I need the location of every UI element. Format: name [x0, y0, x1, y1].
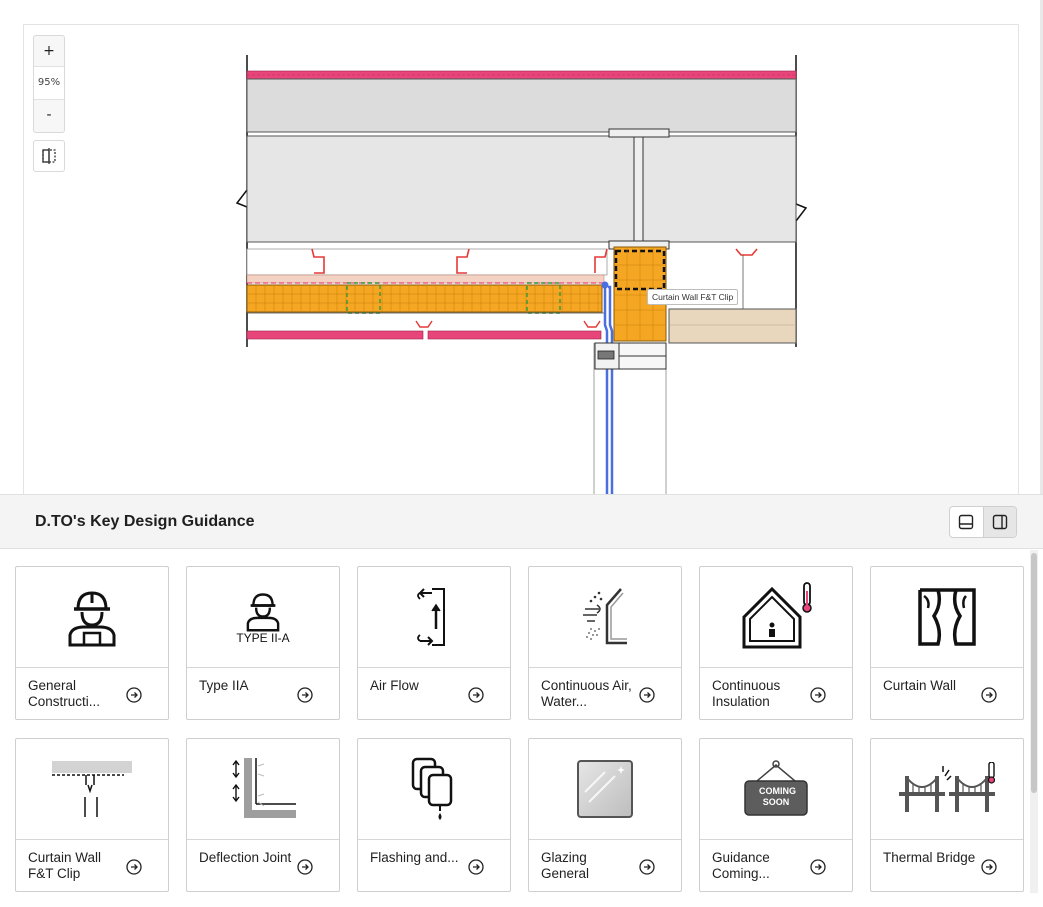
card-label: Continuous Insulation — [712, 678, 781, 709]
arrow-right-circle-icon[interactable] — [297, 687, 313, 703]
drawing-viewer[interactable]: + 95% - Curtain Wall F&T Clip — [23, 24, 1019, 495]
guidance-card-curtain-wall-clip[interactable]: Curtain Wall F&T Clip — [15, 738, 169, 892]
guidance-card-flashing[interactable]: Flashing and... — [357, 738, 511, 892]
arrow-right-circle-icon[interactable] — [639, 859, 655, 875]
guidance-card-thermal-bridge[interactable]: Thermal Bridge — [870, 738, 1024, 892]
guidance-card-continuous-insulation[interactable]: Continuous Insulation — [699, 566, 853, 720]
element-tooltip: Curtain Wall F&T Clip — [647, 289, 739, 305]
continuous-barrier-icon — [583, 588, 627, 645]
guidance-card-deflection-joint[interactable]: Deflection Joint — [186, 738, 340, 892]
house-thermometer-icon — [742, 582, 812, 649]
card-label: Thermal Bridge — [883, 850, 976, 865]
card-label: Air Flow — [370, 678, 419, 693]
flashing-icon — [411, 757, 453, 820]
layout-side-icon — [992, 514, 1007, 530]
card-label: Deflection Joint — [199, 850, 292, 865]
arrow-right-circle-icon[interactable] — [639, 687, 655, 703]
bridge-thermometer-icon — [899, 762, 996, 812]
layout-bottom-button[interactable] — [950, 507, 983, 537]
card-label: Guidance Coming... — [712, 850, 770, 881]
arrow-right-circle-icon[interactable] — [468, 859, 484, 875]
split-view-icon — [42, 148, 56, 164]
card-label: Curtain Wall F&T Clip — [28, 850, 102, 881]
card-label: Flashing and... — [370, 850, 459, 865]
panel-title: D.TO's Key Design Guidance — [35, 513, 255, 530]
arrow-right-circle-icon[interactable] — [810, 687, 826, 703]
zoom-in-button[interactable]: + — [34, 36, 64, 66]
arrow-right-circle-icon[interactable] — [297, 859, 313, 875]
curtain-icon — [918, 588, 976, 646]
air-flow-icon — [417, 588, 445, 646]
card-label: General Constructi... — [28, 678, 101, 709]
worker-type-iia-icon — [246, 593, 280, 632]
guidance-card-air-flow[interactable]: Air Flow — [357, 566, 511, 720]
worker-icon — [68, 591, 116, 647]
compare-view-button[interactable] — [33, 140, 65, 172]
card-label: Type IIA — [199, 678, 249, 693]
guidance-card-type-iia[interactable]: TYPE II-A Type IIA — [186, 566, 340, 720]
panel-scrollbar-thumb[interactable] — [1031, 553, 1037, 793]
card-label: Glazing General — [541, 850, 590, 881]
card-label: Continuous Air, Water... — [541, 678, 632, 709]
guidance-card-glazing-general[interactable]: Glazing General — [528, 738, 682, 892]
arrow-right-circle-icon[interactable] — [126, 859, 142, 875]
zoom-level: 95% — [34, 66, 64, 100]
glazing-icon — [577, 760, 633, 818]
guidance-card-general-construction[interactable]: General Constructi... — [15, 566, 169, 720]
layout-bottom-icon — [959, 514, 974, 530]
arrow-right-circle-icon[interactable] — [981, 859, 997, 875]
card-label: Curtain Wall — [883, 678, 957, 693]
arrow-right-circle-icon[interactable] — [468, 687, 484, 703]
clip-icon — [52, 761, 132, 817]
guidance-card-guidance-coming-soon[interactable]: COMING SOON Guidance Coming... — [699, 738, 853, 892]
deflection-joint-icon — [232, 758, 296, 818]
type-iia-icon-text: TYPE II-A — [236, 631, 290, 645]
layout-toggle — [949, 506, 1017, 538]
section-detail-drawing[interactable] — [24, 25, 1018, 495]
arrow-right-circle-icon[interactable] — [981, 687, 997, 703]
arrow-right-circle-icon[interactable] — [126, 687, 142, 703]
panel-header: D.TO's Key Design Guidance — [0, 494, 1043, 549]
layout-side-button[interactable] — [982, 507, 1016, 537]
zoom-out-button[interactable]: - — [34, 100, 64, 130]
coming-soon-sign-icon: COMING SOON — [741, 759, 811, 819]
zoom-controls: + 95% - — [33, 35, 65, 133]
coming-soon-text: COMING SOON — [759, 786, 796, 807]
arrow-right-circle-icon[interactable] — [810, 859, 826, 875]
guidance-card-continuous-air-water[interactable]: Continuous Air, Water... — [528, 566, 682, 720]
guidance-card-curtain-wall[interactable]: Curtain Wall — [870, 566, 1024, 720]
